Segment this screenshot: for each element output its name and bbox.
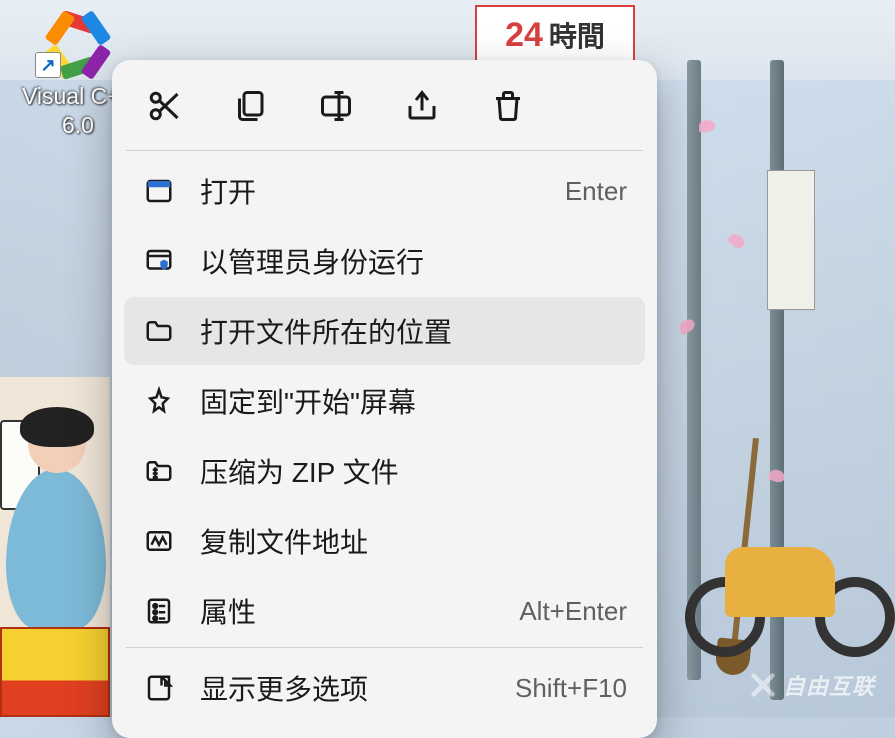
- menu-item-label: 以管理员身份运行: [200, 241, 627, 281]
- menu-item-compress-zip[interactable]: 压缩为 ZIP 文件: [124, 437, 645, 505]
- menu-item-accelerator: Enter: [565, 176, 627, 207]
- menu-item-label: 打开: [200, 171, 565, 211]
- copy-button[interactable]: [228, 86, 272, 130]
- copy-icon: [232, 88, 268, 129]
- rename-icon: [318, 88, 354, 129]
- share-button[interactable]: [400, 86, 444, 130]
- properties-icon: [142, 594, 176, 628]
- open-icon: [142, 174, 176, 208]
- menu-item-label: 固定到"开始"屏幕: [200, 381, 627, 421]
- share-icon: [404, 88, 440, 129]
- menu-item-accelerator: Shift+F10: [515, 673, 627, 704]
- menu-item-label: 复制文件地址: [200, 521, 627, 561]
- menu-item-accelerator: Alt+Enter: [519, 596, 627, 627]
- scissors-icon: [146, 88, 182, 129]
- zip-icon: [142, 454, 176, 488]
- menu-item-label: 压缩为 ZIP 文件: [200, 451, 627, 491]
- divider: [126, 150, 643, 151]
- shield-admin-icon: [142, 244, 176, 278]
- menu-item-copy-path[interactable]: 复制文件地址: [124, 507, 645, 575]
- background-motorbike: [715, 517, 875, 657]
- more-options-icon: [142, 671, 176, 705]
- context-menu-toolbar: [120, 70, 649, 148]
- divider: [126, 647, 643, 648]
- delete-button[interactable]: [486, 86, 530, 130]
- shortcut-overlay-icon: ↗: [35, 52, 61, 78]
- menu-item-open[interactable]: 打开 Enter: [124, 157, 645, 225]
- visual-cpp-icon: ↗: [37, 6, 119, 76]
- menu-item-label: 显示更多选项: [200, 668, 515, 708]
- menu-item-label: 属性: [200, 591, 519, 631]
- watermark: 自由互联: [749, 669, 875, 701]
- menu-item-label: 打开文件所在的位置: [200, 311, 627, 351]
- menu-item-run-as-admin[interactable]: 以管理员身份运行: [124, 227, 645, 295]
- context-menu: 打开 Enter 以管理员身份运行 打开文件所在的位置 固定到"开始"屏幕 压缩…: [112, 60, 657, 738]
- pin-icon: [142, 384, 176, 418]
- menu-item-pin-to-start[interactable]: 固定到"开始"屏幕: [124, 367, 645, 435]
- rename-button[interactable]: [314, 86, 358, 130]
- copy-path-icon: [142, 524, 176, 558]
- trash-icon: [490, 88, 526, 129]
- background-sign: 時間: [475, 5, 635, 65]
- folder-icon: [142, 314, 176, 348]
- cut-button[interactable]: [142, 86, 186, 130]
- menu-item-show-more-options[interactable]: 显示更多选项 Shift+F10: [124, 654, 645, 722]
- menu-item-open-file-location[interactable]: 打开文件所在的位置: [124, 297, 645, 365]
- menu-item-properties[interactable]: 属性 Alt+Enter: [124, 577, 645, 645]
